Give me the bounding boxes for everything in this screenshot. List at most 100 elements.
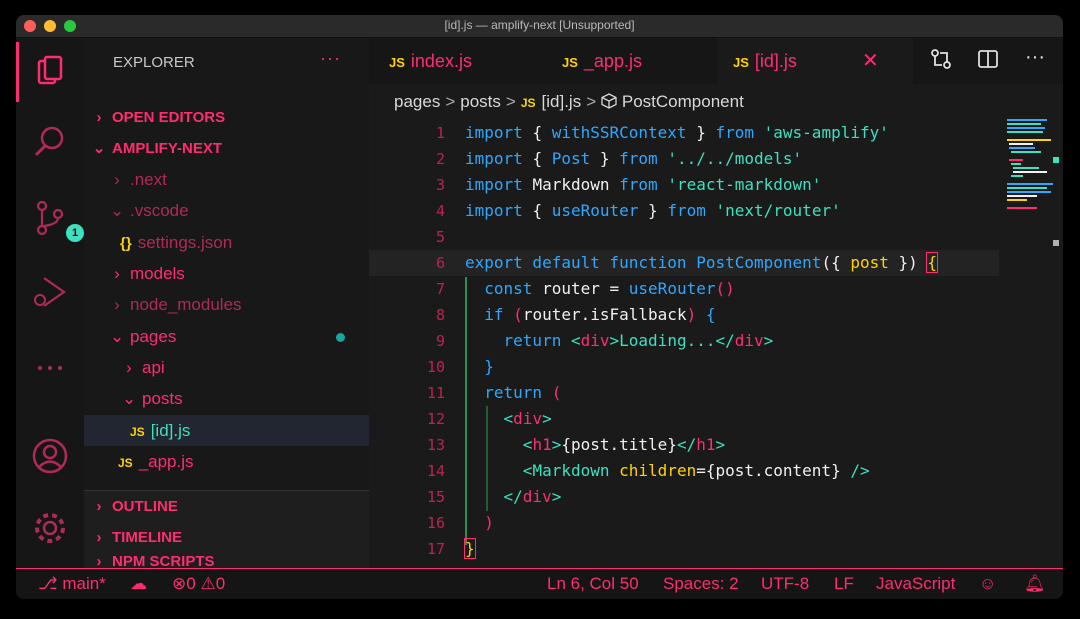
code-line: 9 return <div>Loading...</div> xyxy=(435,331,774,350)
minimap-line xyxy=(1013,171,1047,173)
chevron-right-icon: › xyxy=(126,358,132,377)
minimap-line xyxy=(1007,127,1045,129)
js-file-icon: JS xyxy=(520,96,536,110)
js-file-icon: JS xyxy=(562,55,578,70)
minimap-line xyxy=(1009,143,1033,145)
json-file-icon: {} xyxy=(120,235,132,252)
explorer-more-icon[interactable]: ··· xyxy=(320,48,341,69)
tree-item-id-js[interactable]: JS [id].js xyxy=(84,415,369,446)
code-line: 8 if (router.isFallback) { xyxy=(435,305,716,324)
problems-status[interactable]: ⊗0 ⚠0 xyxy=(172,569,225,599)
tree-item-app-js[interactable]: JS _app.js xyxy=(84,446,369,477)
minimap-line xyxy=(1007,187,1047,189)
tab-id-js[interactable]: JS [id].js ✕ xyxy=(717,38,913,84)
tree-item-node-modules[interactable]: › node_modules xyxy=(84,289,369,320)
chevron-right-icon: > xyxy=(505,92,516,111)
encoding-status[interactable]: UTF-8 xyxy=(761,569,809,599)
indentation-status[interactable]: Spaces: 2 xyxy=(663,569,739,599)
code-editor[interactable]: 1 import { withSSRContext } from 'aws-amp… xyxy=(369,115,999,568)
cursor-position[interactable]: Ln 6, Col 50 xyxy=(547,569,639,599)
search-icon[interactable] xyxy=(30,122,70,162)
chevron-down-icon: ⌄ xyxy=(122,389,137,408)
compare-changes-icon[interactable] xyxy=(930,48,952,76)
language-mode[interactable]: JavaScript xyxy=(876,569,955,599)
breadcrumb-pages[interactable]: pages xyxy=(394,92,440,111)
minimap-line xyxy=(1011,163,1021,165)
run-debug-icon[interactable] xyxy=(30,272,70,312)
minimap-line xyxy=(1011,175,1023,177)
section-open-editors[interactable]: › OPEN EDITORS xyxy=(84,102,369,133)
minimap-line xyxy=(1007,119,1047,121)
chevron-right-icon: › xyxy=(114,170,120,189)
minimap-line xyxy=(1009,159,1023,161)
js-file-icon: JS xyxy=(130,425,145,439)
minimap-line xyxy=(1007,123,1041,125)
tab-app-js[interactable]: JS _app.js xyxy=(562,38,642,84)
more-actions-icon[interactable]: ··· xyxy=(1025,47,1045,67)
js-file-icon: JS xyxy=(389,55,405,70)
chevron-down-icon: ⌄ xyxy=(110,201,125,220)
section-amplify-next[interactable]: ⌄ AMPLIFY-NEXT xyxy=(84,133,369,164)
status-bar: ⎇ main* ☁ ⊗0 ⚠0 Ln 6, Col 50 Spaces: 2 U… xyxy=(16,568,1063,599)
code-line: 3 import Markdown from 'react-markdown' xyxy=(435,175,822,194)
minimap-line xyxy=(1007,183,1053,185)
breadcrumb: pages > posts > JS [id].js > PostComponent xyxy=(394,92,744,112)
js-file-icon: JS xyxy=(733,55,749,70)
minimap-line xyxy=(1007,191,1051,193)
code-line: 14 <Markdown children={post.content} /> xyxy=(426,461,870,480)
modified-dot-icon xyxy=(336,333,345,342)
chevron-right-icon: › xyxy=(96,498,102,515)
account-icon[interactable] xyxy=(30,436,70,476)
code-line: 5 xyxy=(435,228,445,246)
branch-status[interactable]: ⎇ main* xyxy=(38,569,106,599)
code-line: 4 import { useRouter } from 'next/router' xyxy=(435,201,841,220)
split-editor-icon[interactable] xyxy=(977,48,999,76)
breadcrumb-file[interactable]: [id].js xyxy=(542,92,582,111)
code-line: 10 } xyxy=(426,357,494,376)
minimap-line xyxy=(1013,167,1039,169)
code-line: 15 </div> xyxy=(426,487,562,506)
code-line: 17} xyxy=(426,538,476,559)
notifications-bell-icon[interactable]: 🔔︎ xyxy=(1024,569,1046,599)
minimap[interactable] xyxy=(1001,115,1063,568)
breadcrumb-symbol[interactable]: PostComponent xyxy=(622,92,744,111)
settings-gear-icon[interactable] xyxy=(30,508,70,548)
window-title: [id].js — amplify-next [Unsupported] xyxy=(444,18,635,32)
feedback-icon[interactable]: ☺ xyxy=(979,569,996,599)
chevron-down-icon: ⌄ xyxy=(92,140,106,157)
source-control-icon[interactable]: 1 xyxy=(30,198,84,242)
files-icon[interactable] xyxy=(16,42,70,102)
eol-status[interactable]: LF xyxy=(834,569,854,599)
minimap-line xyxy=(1007,207,1037,209)
minimap-line xyxy=(1007,199,1027,201)
code-line: 13 <h1>{post.title}</h1> xyxy=(426,435,726,454)
tab-index-js[interactable]: JS index.js xyxy=(389,38,472,84)
editor-actions: ··· xyxy=(910,47,1045,76)
tree-item-pages[interactable]: ⌄ pages xyxy=(84,321,369,352)
tree-item-settings-json[interactable]: {} settings.json xyxy=(84,227,369,258)
chevron-right-icon: › xyxy=(114,295,120,314)
code-line: 2 import { Post } from '../../models' xyxy=(435,149,803,168)
minimap-line xyxy=(1009,147,1035,149)
code-line: 16 ) xyxy=(426,513,494,532)
more-icon[interactable] xyxy=(30,348,70,388)
error-icon: ⊗ xyxy=(172,574,187,593)
breadcrumb-posts[interactable]: posts xyxy=(460,92,501,111)
section-outline[interactable]: › OUTLINE xyxy=(84,491,369,522)
git-branch-icon: ⎇ xyxy=(38,574,58,593)
chevron-right-icon: › xyxy=(114,264,120,283)
code-line: 1 import { withSSRContext } from 'aws-amp… xyxy=(435,123,889,142)
close-tab-icon[interactable]: ✕ xyxy=(862,50,879,72)
code-line: 7 const router = useRouter() xyxy=(435,279,735,298)
tree-item-vscode[interactable]: ⌄ .vscode xyxy=(84,195,369,226)
sync-cloud-icon[interactable]: ☁ xyxy=(130,569,147,599)
tree-item-models[interactable]: › models xyxy=(84,258,369,289)
section-timeline[interactable]: › TIMELINE xyxy=(84,522,369,553)
tree-item-posts[interactable]: ⌄ posts xyxy=(84,383,369,414)
code-line-current: 6 export default function PostComponent({… xyxy=(369,250,999,276)
minimap-line xyxy=(1007,195,1037,197)
tree-item-api[interactable]: › api xyxy=(84,352,369,383)
chevron-down-icon: ⌄ xyxy=(110,327,125,346)
chevron-right-icon: > xyxy=(586,92,597,111)
tree-item-next[interactable]: › .next xyxy=(84,164,369,195)
